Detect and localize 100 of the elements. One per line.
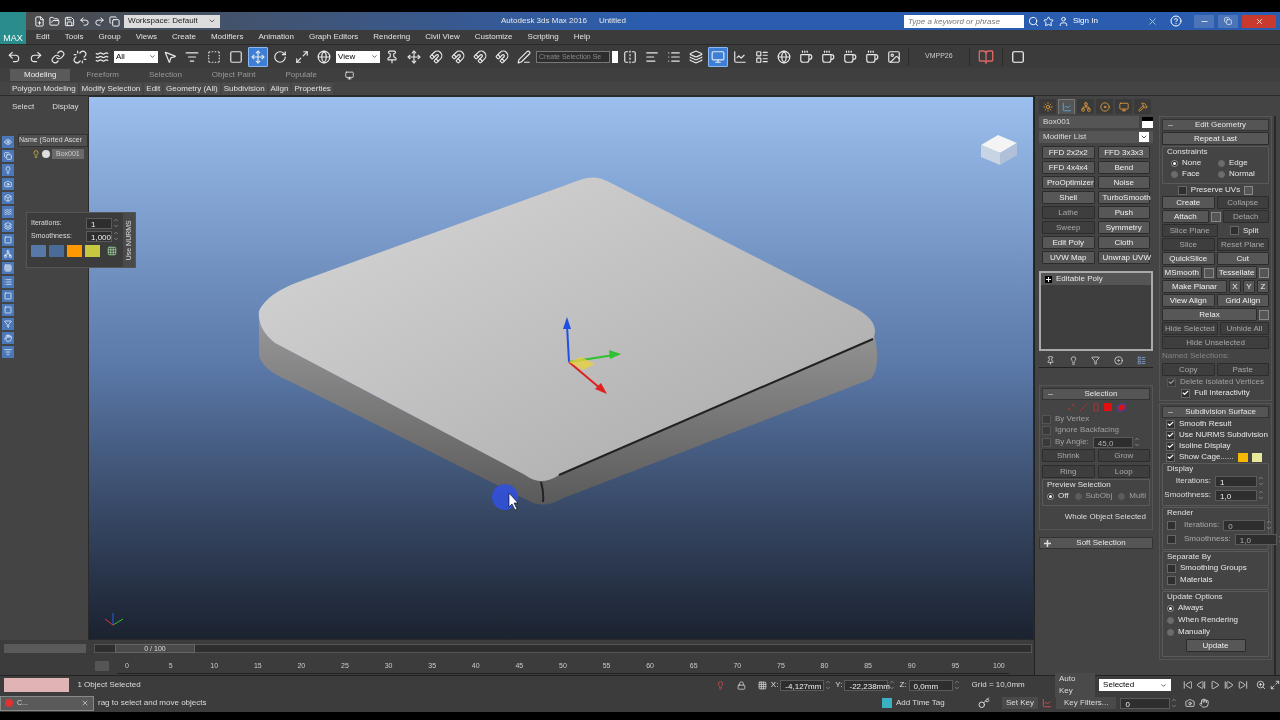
light-bulb-icon[interactable] <box>32 149 40 158</box>
explorer-tool-icon[interactable] <box>2 220 14 232</box>
square-icon[interactable] <box>1010 49 1025 64</box>
ribbon-options-icon[interactable] <box>345 70 354 80</box>
ribbon-tab[interactable]: Modeling <box>10 69 71 81</box>
camera-icon[interactable] <box>1185 698 1196 708</box>
reference-coordinate-dropdown[interactable]: View <box>336 50 380 63</box>
move-icon[interactable] <box>248 46 268 67</box>
explorer-tool-icon[interactable] <box>2 234 14 246</box>
modifier-button[interactable]: Noise <box>1097 176 1150 189</box>
polygon-level-icon[interactable] <box>1103 403 1112 411</box>
pin-icon[interactable] <box>1045 356 1055 365</box>
save-icon[interactable] <box>64 15 75 27</box>
next-frame-icon[interactable] <box>1224 680 1235 690</box>
radio-button[interactable] <box>1167 604 1174 612</box>
selection-filter-dropdown[interactable]: All <box>114 50 158 63</box>
spinner-field[interactable]: 0 <box>1120 697 1171 709</box>
radio-button[interactable] <box>1167 616 1174 624</box>
ribbon-tab[interactable]: Selection <box>134 69 196 81</box>
checkbox[interactable] <box>1229 226 1239 235</box>
checkbox[interactable] <box>1167 575 1176 585</box>
spinner-field[interactable]: -22,238mm <box>844 679 889 691</box>
ribbon-tab[interactable]: Object Paint <box>197 69 270 81</box>
workspace-dropdown[interactable]: Workspace: Default <box>124 14 220 28</box>
explorer-tool-icon[interactable] <box>2 164 14 176</box>
explorer-tab[interactable]: Select <box>12 101 35 113</box>
monitor-icon[interactable] <box>708 46 728 67</box>
ribbon-panel[interactable]: Properties <box>292 82 333 95</box>
play-icon[interactable] <box>1210 680 1221 690</box>
command-panel-tab[interactable] <box>1077 99 1094 114</box>
zoom-icon[interactable] <box>1256 680 1267 690</box>
user-icon[interactable] <box>1058 15 1069 27</box>
spinner-field[interactable]: -4,127mm <box>780 679 825 691</box>
menu-item[interactable]: Rendering <box>373 31 411 43</box>
panel-button[interactable]: Tessellate <box>1215 266 1258 279</box>
spinner-field[interactable]: 1 <box>1215 475 1257 487</box>
cage-color-swatch[interactable] <box>1237 452 1248 462</box>
panel-button[interactable]: QuickSlice <box>1162 252 1215 265</box>
auto-key-button[interactable]: Auto Key <box>1054 673 1096 697</box>
add-time-tag-button[interactable]: Add Time Tag <box>896 697 966 709</box>
ribbon-panel[interactable]: Edit <box>144 82 163 95</box>
ribbon-tab[interactable]: Freeform <box>72 69 133 81</box>
menu-item[interactable]: Edit <box>36 31 50 43</box>
help-icon[interactable] <box>1170 15 1182 27</box>
command-panel-tab[interactable] <box>1039 99 1056 114</box>
menu-item[interactable]: Scripting <box>527 31 559 43</box>
go-to-start-icon[interactable] <box>1182 680 1193 690</box>
explorer-tool-icon[interactable] <box>2 304 14 316</box>
menu-item[interactable]: Views <box>135 31 157 43</box>
rollout-header[interactable]: Subdivision Surface <box>1162 406 1269 418</box>
modifier-button[interactable]: Edit Poly <box>1042 236 1095 249</box>
go-to-end-icon[interactable] <box>1238 680 1249 690</box>
element-level-icon[interactable] <box>1116 402 1126 412</box>
radio-button[interactable] <box>1171 159 1178 167</box>
book-icon[interactable] <box>977 48 994 65</box>
open-folder-icon[interactable] <box>49 15 60 27</box>
checkbox[interactable] <box>1166 441 1175 451</box>
search-icon[interactable] <box>1028 15 1039 27</box>
redo-icon[interactable] <box>94 15 105 27</box>
menu-item[interactable]: Animation <box>258 31 294 43</box>
spinner-field[interactable]: 1 <box>86 217 112 229</box>
cushion-model-drawing[interactable] <box>258 177 878 505</box>
explorer-tool-icon[interactable] <box>2 136 14 148</box>
explorer-tool-icon[interactable] <box>2 178 14 190</box>
panel-button[interactable]: Relax <box>1162 308 1257 321</box>
panel-button[interactable]: View Align <box>1162 294 1215 307</box>
view-cube-drawing[interactable] <box>981 135 1017 165</box>
command-panel-tab[interactable] <box>1115 99 1132 114</box>
modifier-button[interactable]: FFD 3x3x3 <box>1097 146 1150 159</box>
cage-color-swatch[interactable] <box>85 245 100 257</box>
new-file-icon[interactable] <box>34 15 45 27</box>
rollout-header[interactable]: Edit Geometry <box>1162 119 1269 131</box>
explorer-tab[interactable]: Display <box>52 101 79 113</box>
dropdown-arrow-icon[interactable] <box>1139 132 1149 142</box>
rollout-header[interactable]: Selection <box>1042 388 1150 400</box>
modifier-button[interactable]: UVW Map <box>1042 251 1095 264</box>
curve-icon[interactable] <box>1042 698 1052 708</box>
viewport[interactable] <box>88 96 1034 640</box>
modifier-button[interactable]: TurboSmooth <box>1097 191 1150 204</box>
close-icon[interactable] <box>81 699 89 707</box>
menu-item[interactable]: Help <box>573 31 591 43</box>
panel-button[interactable]: Attach <box>1162 210 1209 223</box>
ribbon-panel[interactable]: Modify Selection <box>79 82 143 95</box>
restore-button[interactable] <box>1218 14 1238 28</box>
modifier-button[interactable]: Cloth <box>1097 236 1150 249</box>
pan-icon[interactable] <box>1199 698 1210 708</box>
ribbon-tab[interactable]: Populate <box>271 69 331 81</box>
previous-frame-icon[interactable] <box>1196 680 1207 690</box>
panel-button[interactable]: Make Planar <box>1162 280 1227 293</box>
panel-button[interactable]: MSmooth <box>1161 266 1202 279</box>
minimize-button[interactable] <box>1194 14 1214 28</box>
radio-button[interactable] <box>1171 170 1178 178</box>
panel-button[interactable]: Cut <box>1216 252 1269 265</box>
listener-field[interactable] <box>4 678 70 692</box>
checkbox[interactable] <box>1167 534 1176 544</box>
spinner-field[interactable]: 1,0 <box>1234 533 1277 545</box>
panel-button[interactable]: Z <box>1257 280 1269 293</box>
set-key-button[interactable]: Set Key <box>1002 697 1038 709</box>
key-filters-button[interactable]: Key Filters... <box>1056 697 1117 709</box>
track-bar-toggle[interactable] <box>4 644 86 653</box>
